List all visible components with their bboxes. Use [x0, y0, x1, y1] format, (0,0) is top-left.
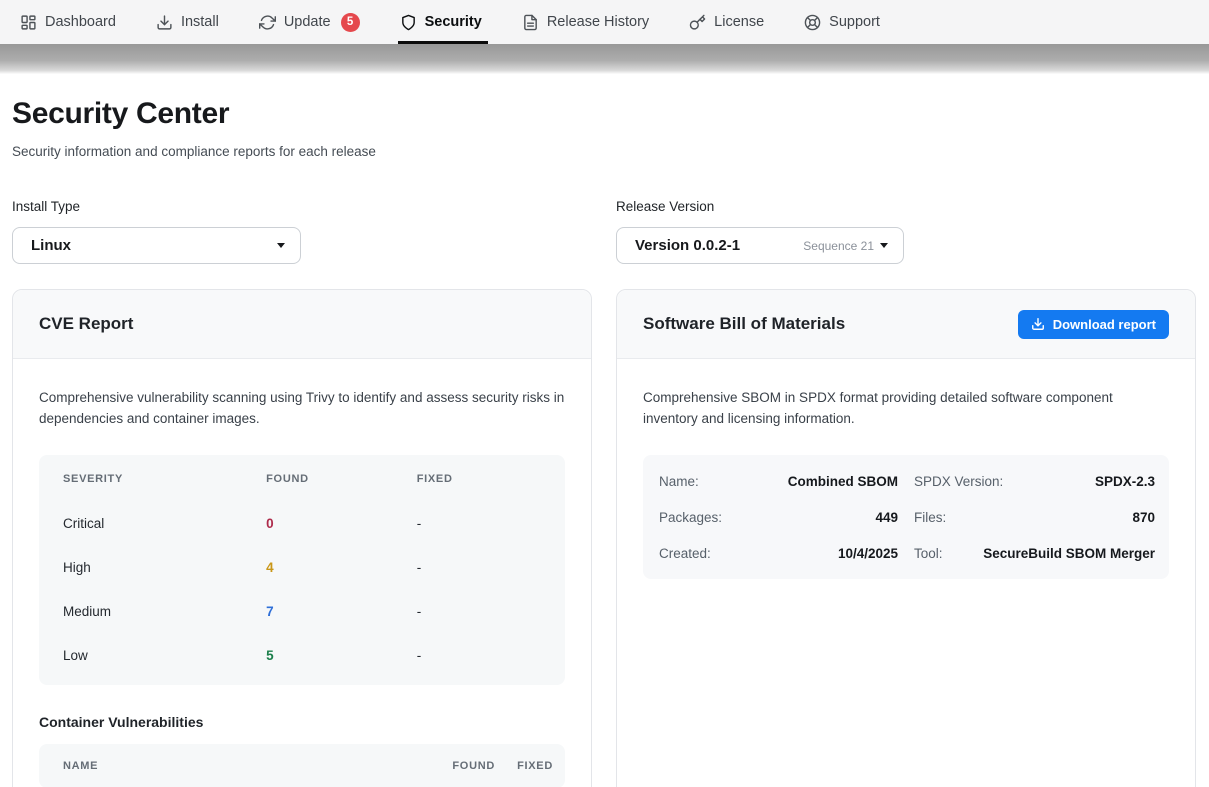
severity-fixed-count: -	[417, 560, 541, 575]
nav-label-security: Security	[425, 14, 482, 30]
sbom-name-label: Name:	[659, 474, 699, 489]
nav-label-install: Install	[181, 14, 219, 30]
sbom-files-label: Files:	[914, 510, 946, 525]
fixed-column-header: Fixed	[417, 473, 541, 485]
severity-name: Critical	[63, 516, 266, 531]
sbom-header: Software Bill of Materials Download repo…	[617, 290, 1195, 359]
sbom-tool-label: Tool:	[914, 546, 943, 561]
release-version-label: Release Version	[616, 199, 1196, 214]
nav-item-install[interactable]: Install	[156, 0, 219, 44]
severity-fixed-count: -	[417, 516, 541, 531]
severity-found-count: 5	[266, 648, 417, 663]
nav-item-update[interactable]: Update 5	[259, 0, 360, 44]
sbom-info-table: Name: Combined SBOM SPDX Version: SPDX-2…	[643, 455, 1169, 579]
sbom-packages-label: Packages:	[659, 510, 722, 525]
nav-label-license: License	[714, 14, 764, 30]
cve-report-header: CVE Report	[13, 290, 591, 359]
sbom-title: Software Bill of Materials	[643, 314, 845, 334]
nav-item-release-history[interactable]: Release History	[522, 0, 649, 44]
fixed-column-header: Fixed	[495, 760, 553, 772]
nav-item-security[interactable]: Security	[400, 0, 482, 44]
install-type-filter: Install Type Linux	[12, 199, 592, 264]
nav-label-dashboard: Dashboard	[45, 14, 116, 30]
release-version-select[interactable]: Version 0.0.2-1 Sequence 21	[616, 227, 904, 264]
severity-found-count: 4	[266, 560, 417, 575]
found-column-header: Found	[266, 473, 417, 485]
file-text-icon	[522, 14, 539, 31]
nav-item-license[interactable]: License	[689, 0, 764, 44]
nav-label-update: Update	[284, 14, 331, 30]
refresh-icon	[259, 14, 276, 31]
install-type-value: Linux	[31, 237, 71, 254]
severity-name: High	[63, 560, 266, 575]
sbom-card: Software Bill of Materials Download repo…	[616, 289, 1196, 787]
container-vulnerabilities-header: Name Found Fixed	[39, 744, 565, 787]
chevron-down-icon	[880, 243, 888, 248]
nav-scroll-shadow	[0, 44, 1209, 74]
release-version-filter: Release Version Version 0.0.2-1 Sequence…	[616, 199, 1196, 264]
severity-name: Low	[63, 648, 266, 663]
sbom-info-row: Packages: 449 Files: 870	[643, 499, 1169, 535]
nav-label-support: Support	[829, 14, 880, 30]
install-type-select[interactable]: Linux	[12, 227, 301, 264]
severity-column-header: Severity	[63, 473, 266, 485]
sbom-description: Comprehensive SBOM in SPDX format provid…	[643, 387, 1169, 429]
update-count-badge: 5	[341, 13, 360, 32]
cards-row: CVE Report Comprehensive vulnerability s…	[12, 289, 1197, 787]
download-icon	[1031, 317, 1045, 331]
nav-item-dashboard[interactable]: Dashboard	[20, 0, 116, 44]
page-subtitle: Security information and compliance repo…	[12, 144, 1197, 159]
download-report-label: Download report	[1053, 317, 1156, 332]
key-icon	[689, 14, 706, 31]
sbom-created-value: 10/4/2025	[838, 546, 898, 561]
shield-icon	[400, 14, 417, 31]
severity-fixed-count: -	[417, 604, 541, 619]
sbom-name-value: Combined SBOM	[788, 474, 898, 489]
container-vulnerabilities-title: Container Vulnerabilities	[39, 714, 565, 730]
sequence-tag: Sequence 21	[803, 239, 874, 253]
sbom-created-label: Created:	[659, 546, 711, 561]
severity-fixed-count: -	[417, 648, 541, 663]
sbom-info-row: Created: 10/4/2025 Tool: SecureBuild SBO…	[643, 535, 1169, 571]
found-column-header: Found	[417, 760, 495, 772]
filters-row: Install Type Linux Release Version Versi…	[12, 199, 1197, 264]
severity-table-header: Severity Found Fixed	[39, 457, 565, 501]
container-vulnerabilities-table: Name Found Fixed	[39, 744, 565, 787]
top-navigation: Dashboard Install Update 5 Security Rele…	[0, 0, 1209, 44]
sbom-spdx-version-label: SPDX Version:	[914, 474, 1003, 489]
nav-label-release-history: Release History	[547, 14, 649, 30]
page-content: Security Center Security information and…	[0, 97, 1209, 787]
severity-found-count: 7	[266, 604, 417, 619]
sbom-tool-value: SecureBuild SBOM Merger	[983, 546, 1155, 561]
severity-row-low: Low 5 -	[39, 633, 565, 677]
lifebuoy-icon	[804, 14, 821, 31]
sbom-files-value: 870	[1132, 510, 1155, 525]
download-report-button[interactable]: Download report	[1018, 310, 1169, 339]
severity-found-count: 0	[266, 516, 417, 531]
severity-name: Medium	[63, 604, 266, 619]
cve-report-description: Comprehensive vulnerability scanning usi…	[39, 387, 565, 429]
cve-report-title: CVE Report	[39, 314, 133, 334]
dashboard-grid-icon	[20, 14, 37, 31]
sbom-info-row: Name: Combined SBOM SPDX Version: SPDX-2…	[643, 463, 1169, 499]
install-type-label: Install Type	[12, 199, 592, 214]
page-title: Security Center	[12, 97, 1197, 131]
severity-row-high: High 4 -	[39, 545, 565, 589]
sbom-spdx-version-value: SPDX-2.3	[1095, 474, 1155, 489]
nav-item-support[interactable]: Support	[804, 0, 880, 44]
release-version-value: Version 0.0.2-1	[635, 237, 740, 254]
severity-row-medium: Medium 7 -	[39, 589, 565, 633]
download-icon	[156, 14, 173, 31]
severity-row-critical: Critical 0 -	[39, 501, 565, 545]
chevron-down-icon	[277, 243, 285, 248]
cve-report-card: CVE Report Comprehensive vulnerability s…	[12, 289, 592, 787]
cve-report-body: Comprehensive vulnerability scanning usi…	[13, 359, 591, 787]
severity-table: Severity Found Fixed Critical 0 - High 4…	[39, 455, 565, 685]
sbom-packages-value: 449	[875, 510, 898, 525]
sbom-body: Comprehensive SBOM in SPDX format provid…	[617, 359, 1195, 605]
name-column-header: Name	[63, 760, 417, 772]
